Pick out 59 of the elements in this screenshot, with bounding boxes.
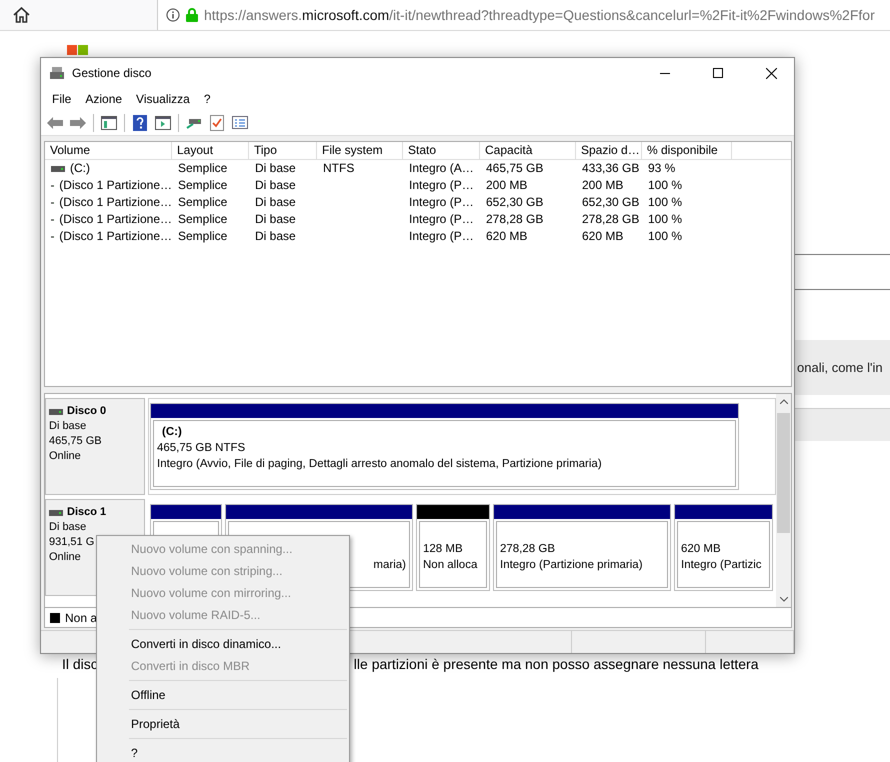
window-title: Gestione disco — [72, 66, 152, 80]
table-cell: 652,30 GB — [582, 194, 640, 211]
table-cell: 433,36 GB — [582, 160, 640, 177]
page-text: onali, come l'in — [797, 360, 883, 375]
table-cell: Integro (A… — [409, 160, 474, 177]
partition-info: Integro (Partizic — [681, 558, 762, 573]
table-cell: 200 MB — [486, 177, 528, 194]
partition-name: (C:) — [162, 426, 182, 438]
page-text: lle partizioni è presente ma non posso assegnare nessuna lettera — [354, 656, 758, 672]
table-cell: NTFS — [323, 160, 354, 177]
table-cell: Semplice — [178, 177, 228, 194]
disk-name: Disco 1 — [67, 505, 106, 520]
disk-name: Disco 0 — [67, 404, 106, 419]
table-cell: 100 % — [648, 211, 682, 228]
table-cell: (Disco 1 Partizione… — [59, 228, 172, 245]
table-cell: Di base — [255, 211, 296, 228]
table-cell: 652,30 GB — [486, 194, 544, 211]
disk-detail: 465,75 GB — [49, 434, 103, 449]
table-cell: 278,28 GB — [486, 211, 544, 228]
table-cell: 93 % — [648, 160, 676, 177]
disk-detail: Di base — [49, 419, 88, 434]
table-cell: Integro (P… — [409, 228, 474, 245]
partition-info: 128 MB — [423, 542, 463, 557]
disk-detail: Online — [49, 550, 82, 565]
table-cell: Integro (P… — [409, 211, 474, 228]
table-cell: 100 % — [648, 194, 682, 211]
table-cell: 200 MB — [582, 177, 624, 194]
partition-info: 465,75 GB NTFS — [157, 441, 246, 456]
table-cell: 620 MB — [486, 228, 528, 245]
table-cell: Di base — [255, 228, 296, 245]
table-cell: Di base — [255, 194, 296, 211]
table-cell: Di base — [255, 177, 296, 194]
disk-detail: Di base — [49, 520, 88, 535]
disk-detail: Online — [49, 449, 82, 464]
legend-label: Non a — [65, 610, 98, 624]
table-cell: (Disco 1 Partizione… — [59, 177, 172, 194]
partition-info: Integro (Avvio, File di paging, Dettagli arresto anomalo del sistema, Partizione primaria) — [157, 457, 602, 472]
table-cell: 278,28 GB — [582, 211, 640, 228]
partition-info: maria) — [373, 558, 406, 573]
partition-info: Integro (Partizione primaria) — [500, 558, 643, 573]
partition-info: Non alloca — [423, 558, 478, 573]
table-cell: (Disco 1 Partizione… — [59, 194, 172, 211]
partition-info: 620 MB — [681, 542, 721, 557]
table-cell: 620 MB — [582, 228, 624, 245]
partition-info: 278,28 GB — [500, 542, 555, 557]
page-text: Il disc — [62, 656, 98, 672]
table-cell: Semplice — [178, 228, 228, 245]
table-cell: Integro (P… — [409, 194, 474, 211]
table-cell: 100 % — [648, 228, 682, 245]
table-cell: Semplice — [178, 194, 228, 211]
url-text: https://answers.microsoft.com/it-it/newthread?threadtype=Questions&cancelurl=%2Fit-it%2Fwindows%2Ffor — [204, 7, 875, 23]
table-cell: 100 % — [648, 177, 682, 194]
table-cell: 465,75 GB — [486, 160, 544, 177]
table-cell: (C:) — [70, 160, 90, 177]
table-cell: Integro (P… — [409, 177, 474, 194]
table-cell: Semplice — [178, 160, 228, 177]
table-cell: Di base — [255, 160, 296, 177]
table-cell: (Disco 1 Partizione… — [59, 211, 172, 228]
table-cell: Semplice — [178, 211, 228, 228]
